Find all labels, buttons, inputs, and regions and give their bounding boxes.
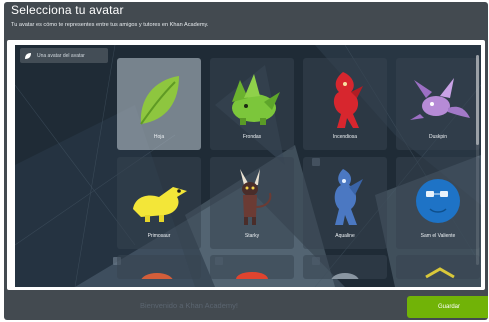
save-button[interactable]: Guardar <box>407 296 488 318</box>
yellow-creature-icon <box>425 267 455 279</box>
avatar-scrollbar[interactable] <box>476 55 479 265</box>
green-leaf-creature-icon <box>232 74 280 125</box>
avatar-tile-starky[interactable]: Starky <box>210 157 294 249</box>
modal-subtitle: Tu avatar es cómo te representes entre t… <box>11 22 209 28</box>
red-fire-creature-icon <box>333 72 363 128</box>
red-creature-icon <box>236 272 268 279</box>
breadcrumb-label: Una avatar del avatar <box>37 52 85 59</box>
avatar-tile-sam-el-valiente[interactable]: Sam el Valiente <box>396 157 480 249</box>
avatar-tile-duskpin[interactable]: Duskpin <box>396 58 480 150</box>
avatar-label: Duskpin <box>428 134 448 140</box>
avatar-tile-incendiosa[interactable]: Incendiosa <box>303 58 387 150</box>
avatar-stage: Una avatar del avatar Hoja Frondas Incen… <box>15 45 481 287</box>
avatar-panel: Una avatar del avatar Hoja Frondas Incen… <box>7 40 485 290</box>
purple-winged-creature-icon <box>410 78 470 120</box>
avatar-label: Primosaur <box>147 233 171 239</box>
avatar-tile-aqualine[interactable]: Aqualine <box>303 157 387 249</box>
avatar-label: Incendiosa <box>332 134 358 140</box>
modal-header: Selecciona tu avatar Tu avatar es cómo t… <box>4 2 488 38</box>
avatar-tile-row3-3[interactable] <box>303 255 387 279</box>
avatar-label: Frondas <box>242 134 262 140</box>
scroll-thumb[interactable] <box>476 55 479 145</box>
avatar-modal: Selecciona tu avatar Tu avatar es cómo t… <box>4 2 488 320</box>
blue-water-creature-icon <box>334 169 363 225</box>
avatar-tile-row3-4[interactable] <box>396 255 480 279</box>
modal-footer: Bienvenido a Khan Academy! Guardar <box>4 292 488 320</box>
modal-title: Selecciona tu avatar <box>11 3 124 17</box>
avatar-breadcrumb[interactable]: Una avatar del avatar <box>20 48 108 63</box>
orange-creature-icon <box>141 273 173 279</box>
yellow-dinosaur-icon <box>133 187 187 222</box>
gray-creature-icon <box>331 273 359 279</box>
horned-creature-icon <box>240 169 272 225</box>
leaf-small-icon <box>25 52 31 59</box>
avatar-tile-primosaur[interactable]: Primosaur <box>117 157 201 249</box>
avatar-tile-hoja[interactable]: Hoja <box>117 58 201 150</box>
leaf-icon <box>140 76 179 125</box>
avatar-label: Starky <box>244 233 260 239</box>
avatar-label: Aqualine <box>335 233 355 239</box>
avatar-label: Hoja <box>153 134 165 140</box>
avatar-tile-row3-1[interactable] <box>117 255 201 279</box>
blue-round-creature-icon <box>416 179 460 223</box>
avatar-tile-frondas[interactable]: Frondas <box>210 58 294 150</box>
avatar-tile-row3-2[interactable] <box>210 255 294 279</box>
avatar-label: Sam el Valiente <box>420 233 456 239</box>
footer-text: Bienvenido a Khan Academy! <box>140 301 238 310</box>
